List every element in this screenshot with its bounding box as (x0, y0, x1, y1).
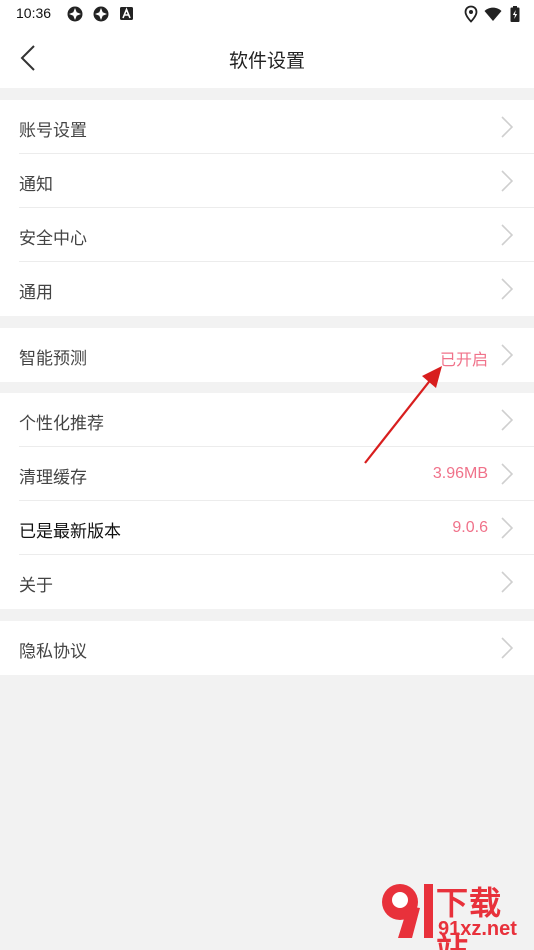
cache-size-value: 3.96MB (432, 465, 488, 482)
watermark-domain: 91xz.net (438, 918, 517, 940)
row-label: 个性化推荐 (19, 414, 104, 434)
row-label: 隐私协议 (19, 642, 87, 662)
row-label: 账号设置 (19, 121, 87, 141)
settings-row-personalized-recommendation[interactable]: 个性化推荐 (0, 393, 534, 447)
row-label: 通知 (19, 175, 53, 195)
settings-group-smart-prediction: 智能预测 已开启 (0, 328, 534, 382)
chevron-right-icon (501, 409, 514, 431)
navigation-bar: 软件设置 (0, 28, 534, 88)
settings-row-security-center[interactable]: 安全中心 (0, 208, 534, 262)
row-label: 安全中心 (19, 229, 87, 249)
version-value: 9.0.6 (452, 519, 488, 536)
row-label: 通用 (19, 283, 53, 303)
chevron-right-icon (501, 463, 514, 485)
settings-row-privacy-policy[interactable]: 隐私协议 (0, 621, 534, 675)
settings-group-privacy: 隐私协议 (0, 621, 534, 675)
chevron-right-icon (501, 170, 514, 192)
app-notification-icon (67, 6, 83, 22)
settings-row-smart-prediction[interactable]: 智能预测 已开启 (0, 328, 534, 382)
battery-charging-icon (510, 6, 520, 22)
chevron-right-icon (501, 278, 514, 300)
font-a-icon (120, 7, 133, 20)
page-title: 软件设置 (228, 50, 305, 72)
chevron-right-icon (501, 116, 514, 138)
app-notification-icon (93, 6, 109, 22)
chevron-right-icon (501, 571, 514, 593)
row-label: 智能预测 (19, 349, 87, 369)
settings-row-account[interactable]: 账号设置 (0, 100, 534, 154)
settings-row-general[interactable]: 通用 (0, 262, 534, 316)
watermark: 下载站 91xz.net (378, 878, 528, 950)
status-bar: 10:36 (0, 0, 534, 28)
chevron-right-icon (501, 224, 514, 246)
chevron-right-icon (501, 517, 514, 539)
smart-prediction-status: 已开启 (439, 352, 488, 369)
chevron-right-icon (501, 637, 514, 659)
settings-row-clear-cache[interactable]: 清理缓存 3.96MB (0, 447, 534, 501)
location-icon (464, 5, 478, 23)
settings-row-version[interactable]: 已是最新版本 9.0.6 (0, 501, 534, 555)
watermark-logo-icon (382, 884, 433, 938)
settings-group-account: 账号设置 通知 安全中心 通用 (0, 100, 534, 316)
row-label: 关于 (19, 576, 53, 596)
status-time: 10:36 (16, 5, 52, 21)
row-label: 清理缓存 (19, 468, 87, 488)
settings-group-misc: 个性化推荐 清理缓存 3.96MB 已是最新版本 9.0.6 关于 (0, 393, 534, 609)
wifi-icon (484, 7, 502, 21)
row-label: 已是最新版本 (19, 522, 121, 542)
settings-row-notifications[interactable]: 通知 (0, 154, 534, 208)
chevron-right-icon (501, 344, 514, 366)
settings-row-about[interactable]: 关于 (0, 555, 534, 609)
